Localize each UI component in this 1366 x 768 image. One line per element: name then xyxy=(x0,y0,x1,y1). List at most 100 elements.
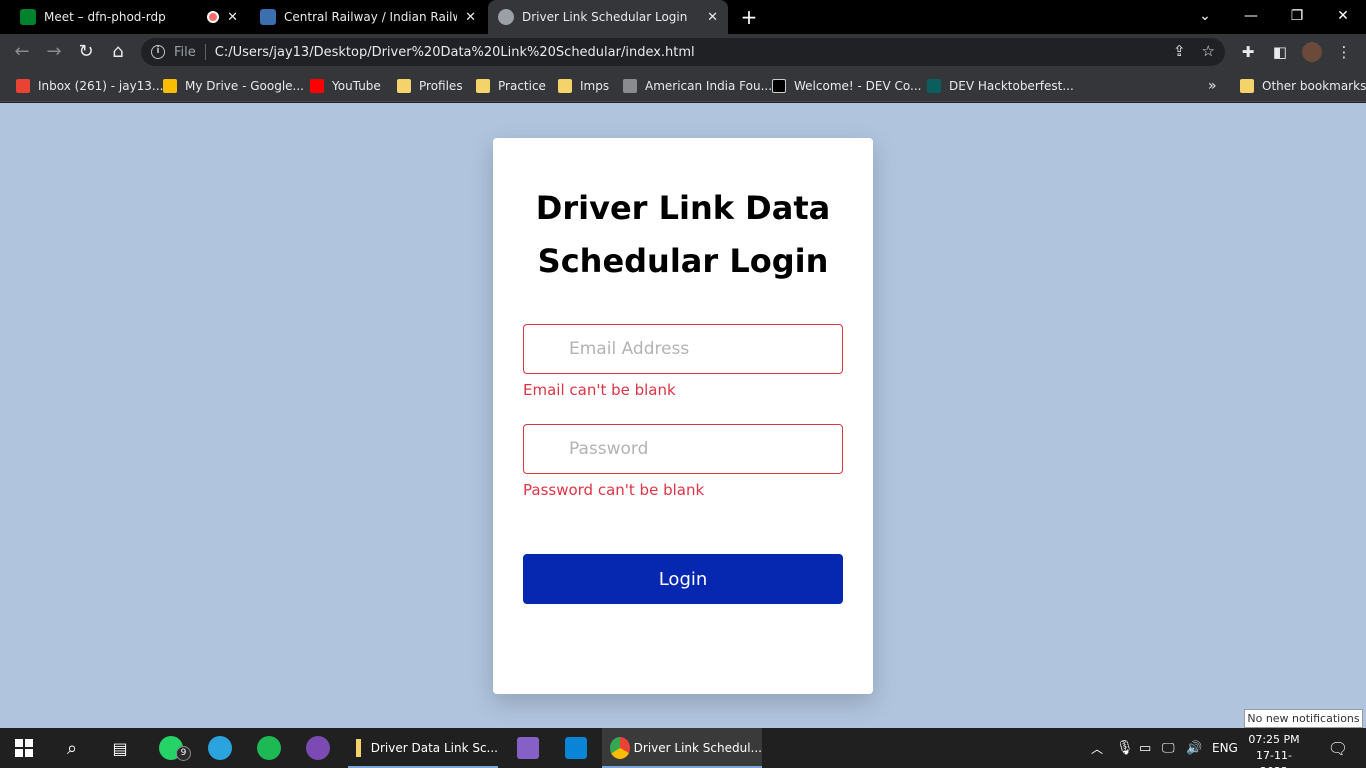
info-icon[interactable]: i xyxy=(151,45,165,59)
chevron-up-icon: ︿ xyxy=(1091,741,1104,756)
bookmark-label: DEV Hacktoberfest... xyxy=(949,79,1074,93)
folder-icon xyxy=(397,79,411,93)
file-explorer-icon xyxy=(356,739,361,757)
url-text[interactable]: C:/Users/jay13/Desktop/Driver%20Data%20L… xyxy=(215,45,695,60)
task-view-button[interactable]: ▤ xyxy=(96,728,144,768)
login-button[interactable]: Login xyxy=(523,554,843,604)
taskbar-chrome[interactable]: Driver Link Schedul... xyxy=(602,728,762,768)
taskbar-app-label: Driver Data Link Sc... xyxy=(370,741,498,755)
visual-studio-button[interactable] xyxy=(504,728,552,768)
side-panel-icon[interactable]: ◧ xyxy=(1270,42,1290,62)
tab-title: Meet – dfn-phod-rdp xyxy=(44,10,166,24)
vscode-button[interactable] xyxy=(552,728,600,768)
folder-icon xyxy=(476,79,490,93)
title-line-1: Driver Link Data xyxy=(535,189,831,227)
bookmark-other[interactable]: Other bookmarks xyxy=(1240,76,1366,96)
password-field[interactable] xyxy=(523,424,843,474)
windows-start-button[interactable] xyxy=(0,728,48,768)
bookmark-imps[interactable]: Imps xyxy=(558,76,609,96)
notification-center-button[interactable]: 🗨 xyxy=(1310,728,1366,768)
microphone-icon[interactable]: 🎙 xyxy=(1116,728,1134,768)
address-bar[interactable]: i File C:/Users/jay13/Desktop/Driver%20D… xyxy=(141,38,1225,66)
notification-tooltip: No new notifications xyxy=(1244,709,1363,728)
tab-meet[interactable]: Meet – dfn-phod-rdp ✕ xyxy=(10,0,248,34)
password-error-message: Password can't be blank xyxy=(523,481,705,499)
bookmark-label: Welcome! - DEV Co... xyxy=(794,79,922,93)
bookmark-gmail[interactable]: Inbox (261) - jay13... xyxy=(16,76,163,96)
close-icon[interactable]: ✕ xyxy=(707,10,718,25)
bookmark-american-india[interactable]: American India Fou... xyxy=(623,76,772,96)
bookmark-dev-community[interactable]: Welcome! - DEV Co... xyxy=(772,76,921,96)
github-icon xyxy=(306,736,330,760)
bookmark-practice[interactable]: Practice xyxy=(476,76,546,96)
tab-strip: Meet – dfn-phod-rdp ✕ Central Railway / … xyxy=(0,0,1366,34)
menu-icon[interactable]: ⋮ xyxy=(1334,42,1354,62)
task-view-icon: ▤ xyxy=(112,738,128,758)
reload-button[interactable]: ↻ xyxy=(74,40,98,64)
tab-central-railway[interactable]: Central Railway / Indian Railways ✕ xyxy=(250,0,486,34)
network-icon[interactable]: 🖵 xyxy=(1162,728,1175,768)
github-desktop-button[interactable] xyxy=(294,728,342,768)
clock-time: 07:25 PM xyxy=(1248,733,1300,746)
tab-title: Driver Link Schedular Login xyxy=(522,10,688,24)
back-button[interactable]: ← xyxy=(10,40,34,64)
share-icon[interactable]: ⇪ xyxy=(1173,42,1186,60)
bookmarks-bar: Inbox (261) - jay13... My Drive - Google… xyxy=(0,70,1366,102)
tab-driver-link-login[interactable]: Driver Link Schedular Login ✕ xyxy=(488,0,728,34)
search-icon: ⌕ xyxy=(66,737,78,759)
search-button[interactable]: ⌕ xyxy=(48,728,96,768)
drive-icon xyxy=(163,79,177,93)
clock-date: 17-11-2022 xyxy=(1256,749,1292,768)
battery-icon[interactable]: ▭ xyxy=(1139,728,1151,768)
bookmark-label: YouTube xyxy=(332,79,381,93)
bookmark-star-icon[interactable]: ☆ xyxy=(1202,42,1215,60)
browser-toolbar: ← → ↻ ⌂ i File C:/Users/jay13/Desktop/Dr… xyxy=(0,34,1366,70)
vscode-icon xyxy=(565,737,587,759)
dev-icon xyxy=(772,79,786,93)
window-close-button[interactable]: ✕ xyxy=(1320,0,1366,34)
bookmark-profiles[interactable]: Profiles xyxy=(397,76,463,96)
notification-icon: 🗨 xyxy=(1327,738,1349,758)
forward-button[interactable]: → xyxy=(42,40,66,64)
login-card: Driver Link Data Schedular Login Email c… xyxy=(493,138,873,694)
spotify-icon xyxy=(257,736,281,760)
system-clock[interactable]: 07:25 PM 17-11-2022 xyxy=(1246,732,1302,768)
extensions-icon[interactable]: ✚ xyxy=(1238,42,1258,62)
taskbar-app-label: Driver Link Schedul... xyxy=(633,741,762,755)
language-indicator[interactable]: ENG xyxy=(1212,728,1238,768)
restore-button[interactable]: ❐ xyxy=(1274,0,1320,34)
gmail-icon xyxy=(16,79,30,93)
volume-icon[interactable]: 🔊 xyxy=(1186,728,1202,768)
page-background: Driver Link Data Schedular Login Email c… xyxy=(0,103,1366,728)
whatsapp-unread-badge: 9 xyxy=(176,746,191,761)
close-icon[interactable]: ✕ xyxy=(465,10,476,25)
bookmark-label: Imps xyxy=(580,79,610,93)
youtube-icon xyxy=(310,79,324,93)
show-hidden-icons-button[interactable]: ︿ xyxy=(1091,728,1103,768)
page-title: Driver Link Data Schedular Login xyxy=(493,182,873,288)
close-icon[interactable]: ✕ xyxy=(227,10,238,25)
divider xyxy=(204,44,206,60)
bookmark-label: Inbox (261) - jay13... xyxy=(38,79,164,93)
title-line-2: Schedular Login xyxy=(537,242,829,280)
taskbar: ⌕ ▤ Driver Data Link Sc... Driver Link S… xyxy=(0,728,1366,768)
taskbar-file-explorer[interactable]: Driver Data Link Sc... xyxy=(348,728,498,768)
profile-avatar[interactable] xyxy=(1302,42,1322,62)
spotify-button[interactable] xyxy=(245,728,293,768)
site-icon xyxy=(623,79,637,93)
telegram-button[interactable] xyxy=(196,728,244,768)
bookmark-label: Practice xyxy=(498,79,546,93)
folder-icon xyxy=(1240,79,1254,93)
bookmark-google-drive[interactable]: My Drive - Google... xyxy=(163,76,304,96)
bookmark-label: My Drive - Google... xyxy=(185,79,304,93)
minimize-button[interactable]: — xyxy=(1228,0,1274,34)
bookmark-label: Other bookmarks xyxy=(1262,79,1366,93)
new-tab-button[interactable]: + xyxy=(738,5,760,29)
email-field[interactable] xyxy=(523,324,843,374)
bookmarks-overflow-button[interactable]: » xyxy=(1208,76,1217,96)
home-button[interactable]: ⌂ xyxy=(106,40,130,64)
bookmark-youtube[interactable]: YouTube xyxy=(310,76,381,96)
visual-studio-icon xyxy=(517,737,539,759)
tab-search-chevron-icon[interactable]: ⌄ xyxy=(1182,0,1228,34)
bookmark-dev-hacktoberfest[interactable]: DEV Hacktoberfest... xyxy=(927,76,1074,96)
